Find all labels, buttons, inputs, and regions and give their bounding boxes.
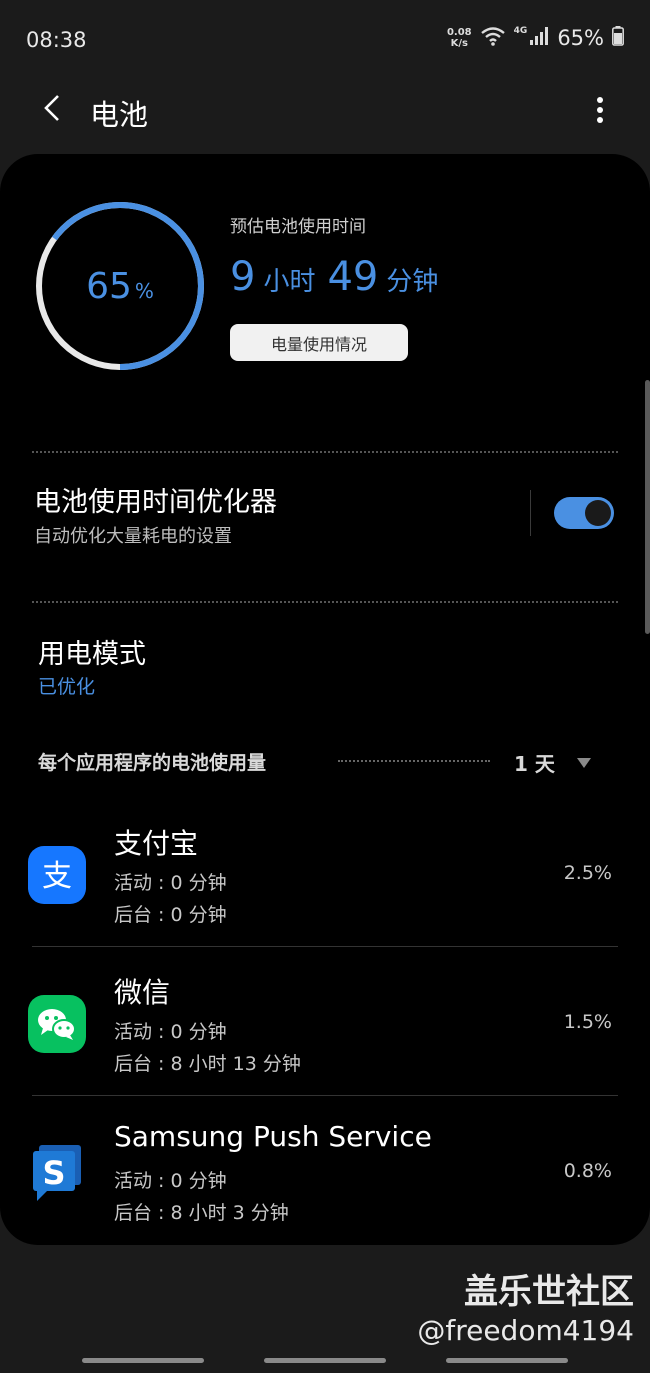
app-background-time: 后台 : 8 小时 3 分钟 xyxy=(114,1202,289,1224)
estimate-minutes: 49 xyxy=(327,254,379,300)
network-speed-unit: K/s xyxy=(450,38,468,49)
app-name: Samsung Push Service xyxy=(114,1120,432,1153)
app-name: 支付宝 xyxy=(114,827,199,860)
battery-level-ring: 65 % xyxy=(34,200,206,372)
alipay-icon: 支 xyxy=(28,846,86,904)
estimated-time: 9 小时 49 分钟 xyxy=(230,254,450,300)
wechat-icon xyxy=(28,995,86,1053)
wifi-icon xyxy=(480,26,506,50)
estimate-minutes-unit: 分钟 xyxy=(386,267,439,297)
nav-home-button[interactable] xyxy=(264,1358,386,1363)
status-time: 08:38 xyxy=(26,28,87,52)
estimate-hours: 9 xyxy=(230,254,256,300)
toggle-knob xyxy=(585,500,611,526)
network-speed: 0.08 K/s xyxy=(447,27,472,49)
estimate-hours-unit: 小时 xyxy=(263,267,316,297)
dropdown-caret-icon[interactable] xyxy=(576,754,592,773)
app-bar: 电池 xyxy=(0,80,650,144)
battery-level-label: 65 % xyxy=(34,200,206,372)
back-arrow-icon xyxy=(43,94,61,126)
app-usage-row-alipay[interactable]: 支 支付宝 活动 : 0 分钟 后台 : 0 分钟 2.5% xyxy=(0,800,650,948)
watermark-title: 盖乐世社区 xyxy=(464,1272,634,1312)
more-options-button[interactable] xyxy=(580,90,620,134)
app-background-time: 后台 : 0 分钟 xyxy=(114,904,227,926)
row-divider xyxy=(32,1095,618,1096)
page-title: 电池 xyxy=(90,98,149,132)
app-active-time: 活动 : 0 分钟 xyxy=(114,1170,227,1192)
app-usage-row-wechat[interactable]: 微信 活动 : 0 分钟 后台 : 8 小时 13 分钟 1.5% xyxy=(0,949,650,1097)
network-speed-value: 0.08 xyxy=(446,27,472,38)
app-background-time: 后台 : 8 小时 13 分钟 xyxy=(114,1053,301,1075)
power-mode-value: 已优化 xyxy=(38,676,96,698)
row-divider xyxy=(32,946,618,947)
divider xyxy=(338,760,490,762)
vertical-divider xyxy=(530,490,531,536)
divider xyxy=(32,451,618,453)
battery-level-value: 65 xyxy=(86,265,132,307)
scrollbar[interactable] xyxy=(645,380,650,634)
app-name: 微信 xyxy=(114,976,171,1009)
svg-text:支: 支 xyxy=(42,859,72,894)
app-active-time: 活动 : 0 分钟 xyxy=(114,1021,227,1043)
nav-back-button[interactable] xyxy=(446,1358,568,1363)
app-percent: 2.5% xyxy=(563,862,612,884)
app-percent: 1.5% xyxy=(563,1011,612,1033)
app-active-time: 活动 : 0 分钟 xyxy=(114,872,227,894)
samsung-push-icon: S xyxy=(28,1144,86,1202)
battery-icon xyxy=(612,26,624,50)
more-vert-icon xyxy=(596,96,604,128)
battery-usage-button[interactable]: 电量使用情况 xyxy=(230,324,408,361)
per-app-usage-label: 每个应用程序的电池使用量 xyxy=(38,752,267,774)
app-usage-row-samsung-push[interactable]: S Samsung Push Service 活动 : 0 分钟 后台 : 8 … xyxy=(0,1098,650,1245)
battery-card: 65 % 预估电池使用时间 9 小时 49 分钟 电量使用情况 电池使用时间优化… xyxy=(0,154,650,1245)
optimizer-subtitle: 自动优化大量耗电的设置 xyxy=(34,526,232,547)
estimate-label: 预估电池使用时间 xyxy=(230,217,366,237)
power-mode-title[interactable]: 用电模式 xyxy=(38,632,146,671)
app-percent: 0.8% xyxy=(563,1160,612,1182)
status-icons: 0.08 K/s 4G 65% xyxy=(447,26,624,50)
nav-recents-button[interactable] xyxy=(82,1358,204,1363)
battery-level-unit: % xyxy=(134,279,154,303)
battery-percent-status: 65% xyxy=(557,26,604,50)
network-type-label: 4G xyxy=(513,26,528,36)
divider xyxy=(32,601,618,603)
optimizer-toggle[interactable] xyxy=(554,497,614,529)
svg-text:S: S xyxy=(42,1154,65,1192)
period-selector[interactable]: 1 天 xyxy=(514,748,555,777)
watermark-handle: @freedom4194 xyxy=(417,1314,634,1347)
back-button[interactable] xyxy=(30,88,74,132)
optimizer-title[interactable]: 电池使用时间优化器 xyxy=(34,480,277,519)
cellular-signal-icon xyxy=(529,26,549,50)
status-bar: 08:38 0.08 K/s 4G 65% xyxy=(0,0,650,80)
